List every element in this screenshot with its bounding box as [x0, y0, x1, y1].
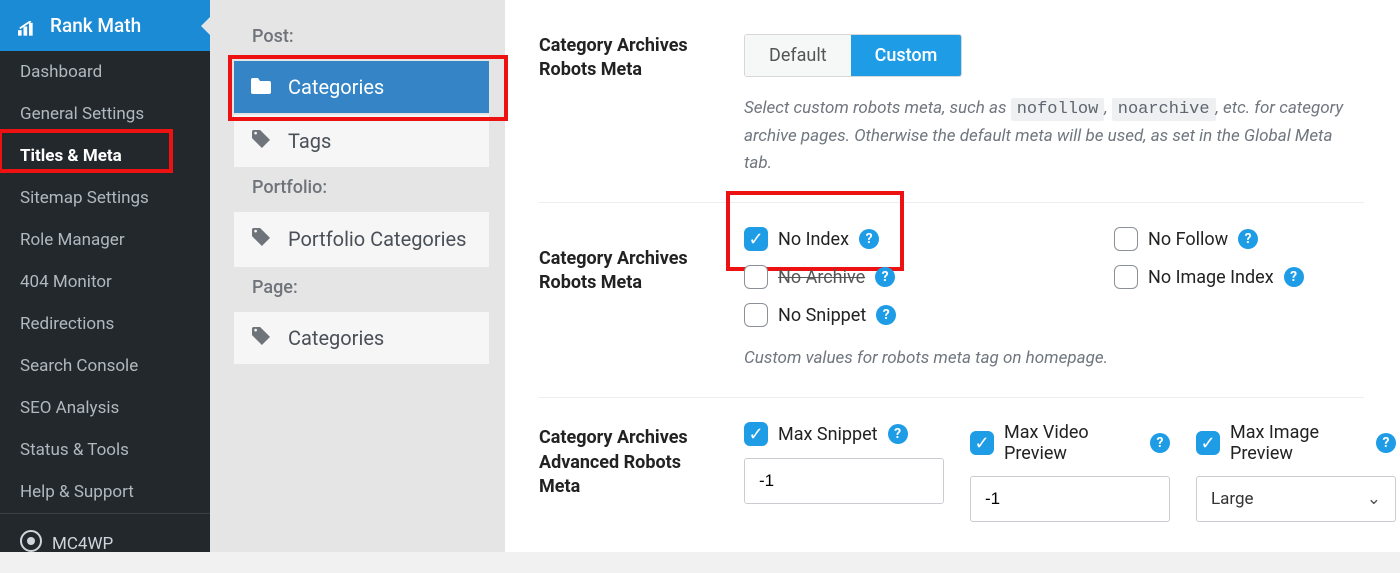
sidebar-item-help-support[interactable]: Help & Support [0, 471, 210, 513]
col-max-video: ✓ Max Video Preview ? [970, 422, 1170, 522]
sidebar-item-404-monitor[interactable]: 404 Monitor [0, 261, 210, 303]
seg-custom[interactable]: Custom [851, 35, 962, 76]
group-label-page: Page: [252, 277, 489, 298]
checkbox-max-video[interactable]: ✓ Max Video Preview ? [970, 422, 1170, 464]
checkbox-icon: ✓ [744, 422, 768, 446]
checkbox-max-image[interactable]: ✓ Max Image Preview ? [1196, 422, 1396, 464]
seg-default[interactable]: Default [745, 35, 851, 76]
row-advanced-robots-meta: Category Archives Advanced Robots Meta ✓… [539, 398, 1364, 548]
wp-admin-sidebar: Rank Math Dashboard General Settings Tit… [0, 0, 210, 552]
setting-description: Select custom robots meta, such as nofol… [744, 95, 1364, 176]
checkbox-noindex[interactable]: ✓ No Index ? [744, 227, 994, 251]
help-icon[interactable]: ? [1238, 229, 1258, 249]
tag-icon [250, 326, 272, 350]
select-max-image[interactable]: Large ⌄ [1196, 476, 1396, 522]
tab-page-categories[interactable]: Categories [234, 312, 489, 364]
tag-icon [250, 129, 272, 153]
tab-categories[interactable]: Categories [234, 61, 489, 113]
checkbox-max-snippet[interactable]: ✓ Max Snippet ? [744, 422, 944, 446]
chevron-down-icon: ⌄ [1367, 489, 1381, 509]
sidebar-item-dashboard[interactable]: Dashboard [0, 51, 210, 93]
help-icon[interactable]: ? [876, 305, 896, 325]
checkbox-noimageindex[interactable]: No Image Index ? [1114, 265, 1364, 289]
checkbox-nosnippet[interactable]: No Snippet ? [744, 303, 994, 327]
checkbox-icon [744, 303, 768, 327]
checkbox-icon [1114, 265, 1138, 289]
help-icon[interactable]: ? [875, 267, 895, 287]
code-noarchive: noarchive [1112, 98, 1216, 121]
sidebar-item-titles-meta[interactable]: Titles & Meta [0, 135, 210, 177]
checkbox-icon: ✓ [744, 227, 768, 251]
input-max-video[interactable] [970, 476, 1170, 522]
setting-label: Category Archives Robots Meta [539, 34, 714, 83]
folder-icon [250, 75, 272, 99]
setting-description: Custom values for robots meta tag on hom… [744, 345, 1364, 371]
help-icon[interactable]: ? [1284, 267, 1304, 287]
checkbox-nofollow[interactable]: No Follow ? [1114, 227, 1364, 251]
help-icon[interactable]: ? [1376, 433, 1396, 453]
tab-portfolio-categories[interactable]: Portfolio Categories [234, 212, 489, 267]
input-max-snippet[interactable] [744, 458, 944, 504]
checkbox-noarchive[interactable]: No Archive ? [744, 265, 994, 289]
sidebar-item-role-manager[interactable]: Role Manager [0, 219, 210, 261]
col-max-image: ✓ Max Image Preview ? Large ⌄ [1196, 422, 1396, 522]
checkbox-icon: ✓ [970, 431, 994, 455]
robots-check-grid: ✓ No Index ? No Follow ? No Archive ? [744, 227, 1364, 327]
help-icon[interactable]: ? [888, 424, 908, 444]
mc4wp-icon [20, 530, 42, 557]
help-icon[interactable]: ? [1150, 433, 1170, 453]
settings-main: Category Archives Robots Meta Default Cu… [505, 0, 1400, 552]
setting-label: Category Archives Advanced Robots Meta [539, 422, 714, 499]
checkbox-icon [744, 265, 768, 289]
row-robots-meta-select: Category Archives Robots Meta Default Cu… [539, 22, 1364, 203]
sidebar-item-status-tools[interactable]: Status & Tools [0, 429, 210, 471]
chart-icon [18, 18, 40, 34]
sidebar-item-redirections[interactable]: Redirections [0, 303, 210, 345]
tag-icon [250, 226, 272, 253]
checkbox-icon [1114, 227, 1138, 251]
sidebar-header-label: Rank Math [50, 14, 141, 37]
sidebar-item-search-console[interactable]: Search Console [0, 345, 210, 387]
setting-label: Category Archives Robots Meta [539, 227, 714, 296]
group-label-post: Post: [252, 26, 489, 47]
sidebar-header-rankmath[interactable]: Rank Math [0, 0, 210, 51]
sidebar-item-seo-analysis[interactable]: SEO Analysis [0, 387, 210, 429]
help-icon[interactable]: ? [859, 229, 879, 249]
tab-tags[interactable]: Tags [234, 115, 489, 167]
group-label-portfolio: Portfolio: [252, 177, 489, 198]
robots-meta-segmented: Default Custom [744, 34, 962, 77]
row-robots-meta-options: Category Archives Robots Meta ✓ No Index… [539, 203, 1364, 398]
col-max-snippet: ✓ Max Snippet ? [744, 422, 944, 504]
sidebar-item-mc4wp[interactable]: MC4WP [0, 513, 210, 573]
settings-sub-panel: Post: Categories Tags Portfolio: Portfol… [210, 0, 505, 552]
code-nofollow: nofollow [1011, 98, 1105, 121]
sidebar-item-general-settings[interactable]: General Settings [0, 93, 210, 135]
checkbox-icon: ✓ [1196, 431, 1220, 455]
sidebar-item-sitemap[interactable]: Sitemap Settings [0, 177, 210, 219]
